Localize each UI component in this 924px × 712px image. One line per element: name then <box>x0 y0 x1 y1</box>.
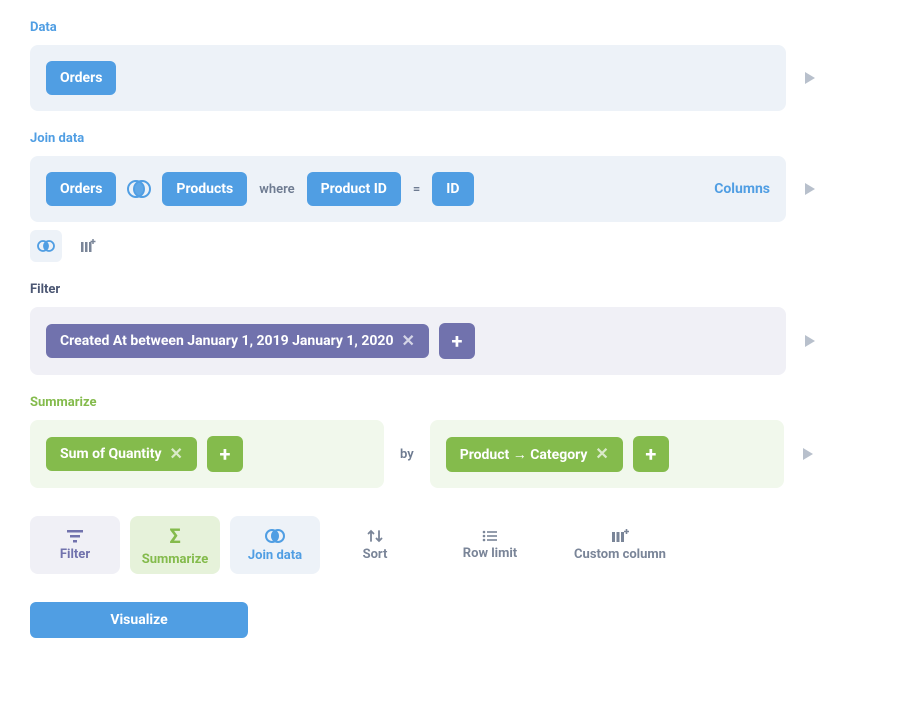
custom-column-action-label: Custom column <box>574 547 666 562</box>
where-text: where <box>259 182 294 197</box>
play-icon[interactable] <box>802 333 818 349</box>
add-aggregate-button[interactable]: + <box>207 436 243 472</box>
eq-text: = <box>413 182 420 197</box>
join-left-col-pill[interactable]: Product ID <box>307 172 401 206</box>
join-left-label: Orders <box>60 181 102 197</box>
data-panel: Orders <box>30 45 786 111</box>
summarize-section: Summarize Sum of Quantity ✕ + by Product… <box>30 395 894 488</box>
data-label: Data <box>30 20 894 35</box>
plus-icon: + <box>645 442 656 466</box>
join-left-pill[interactable]: Orders <box>46 172 116 206</box>
data-step-row: Orders <box>30 45 894 111</box>
close-icon[interactable]: ✕ <box>170 446 183 462</box>
sort-action-button[interactable]: Sort <box>330 516 420 574</box>
join-panel: Orders Products where Product ID = ID Co… <box>30 156 786 222</box>
add-join-button[interactable] <box>30 230 62 262</box>
visualize-button[interactable]: Visualize <box>30 602 248 638</box>
join-right-col: ID <box>446 181 459 197</box>
plus-icon: + <box>451 329 462 353</box>
plus-icon: + <box>219 442 230 466</box>
data-table-name: Orders <box>60 70 102 86</box>
data-table-pill[interactable]: Orders <box>46 61 116 95</box>
join-right-pill[interactable]: Products <box>162 172 247 206</box>
aggregate-text: Sum of Quantity <box>60 446 162 462</box>
custom-column-mini-button[interactable] <box>72 230 104 262</box>
sort-icon <box>367 529 383 543</box>
join-action-label: Join data <box>248 548 302 563</box>
filter-icon <box>66 529 84 543</box>
summarize-label: Summarize <box>30 395 894 410</box>
filter-section: Filter Created At between January 1, 201… <box>30 282 894 375</box>
close-icon[interactable]: ✕ <box>401 333 414 349</box>
join-step-row: Orders Products where Product ID = ID Co… <box>30 156 894 222</box>
custom-column-action-button[interactable]: Custom column <box>560 516 680 574</box>
add-filter-button[interactable]: + <box>439 323 475 359</box>
join-left-col: Product ID <box>321 181 387 197</box>
list-icon <box>482 530 498 542</box>
filter-label: Filter <box>30 282 894 297</box>
join-action-button[interactable]: Join data <box>230 516 320 574</box>
row-limit-action-button[interactable]: Row limit <box>430 516 550 574</box>
filter-chip-text: Created At between January 1, 2019 Janua… <box>60 333 393 349</box>
play-icon[interactable] <box>802 70 818 86</box>
breakout-panel: Product → Category ✕ + <box>430 420 784 488</box>
filter-action-label: Filter <box>60 547 90 562</box>
venn-icon <box>264 528 286 544</box>
breakout-chip[interactable]: Product → Category ✕ <box>446 437 623 472</box>
close-icon[interactable]: ✕ <box>595 446 608 462</box>
data-section: Data Orders <box>30 20 894 111</box>
filter-step-row: Created At between January 1, 2019 Janua… <box>30 307 894 375</box>
filter-panel: Created At between January 1, 2019 Janua… <box>30 307 786 375</box>
custom-column-icon <box>611 529 629 543</box>
play-icon[interactable] <box>800 446 816 462</box>
row-limit-action-label: Row limit <box>463 546 517 561</box>
summarize-row: Sum of Quantity ✕ + by Product → Categor… <box>30 420 894 488</box>
sort-action-label: Sort <box>363 547 388 562</box>
summarize-action-button[interactable]: Σ Summarize <box>130 516 220 574</box>
aggregate-chip[interactable]: Sum of Quantity ✕ <box>46 437 197 471</box>
add-breakout-button[interactable]: + <box>633 436 669 472</box>
sigma-icon: Σ <box>169 524 180 548</box>
join-right-label: Products <box>176 181 233 197</box>
filter-action-button[interactable]: Filter <box>30 516 120 574</box>
visualize-label: Visualize <box>110 612 167 628</box>
play-icon[interactable] <box>802 181 818 197</box>
action-buttons-row: Filter Σ Summarize Join data Sort Row li… <box>30 516 894 574</box>
summarize-action-label: Summarize <box>142 552 209 567</box>
breakout-text: Product → Category <box>460 446 588 463</box>
join-section: Join data Orders Products where Product … <box>30 131 894 262</box>
by-text: by <box>400 447 414 462</box>
venn-icon[interactable] <box>126 176 152 202</box>
columns-link[interactable]: Columns <box>714 181 770 197</box>
join-under-buttons <box>30 230 894 262</box>
join-right-col-pill[interactable]: ID <box>432 172 473 206</box>
join-label: Join data <box>30 131 894 146</box>
aggregate-panel: Sum of Quantity ✕ + <box>30 420 384 488</box>
filter-chip[interactable]: Created At between January 1, 2019 Janua… <box>46 324 429 358</box>
